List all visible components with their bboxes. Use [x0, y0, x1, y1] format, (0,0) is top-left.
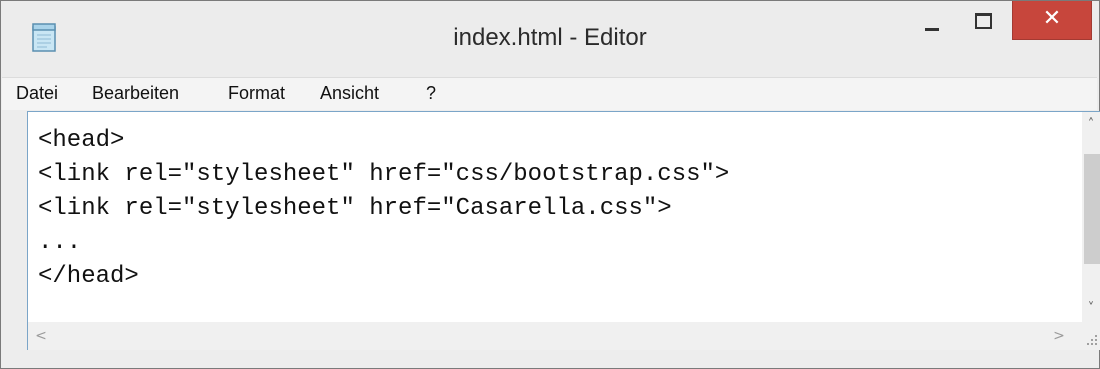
menu-ansicht[interactable]: Ansicht	[320, 81, 379, 105]
minimize-button[interactable]	[907, 1, 955, 41]
text-editor-area[interactable]: <head> <link rel="stylesheet" href="css/…	[27, 111, 1100, 350]
vertical-scroll-thumb[interactable]	[1084, 154, 1100, 264]
scroll-down-icon[interactable]: ˅	[1082, 298, 1100, 320]
resize-grip-icon[interactable]	[1086, 334, 1098, 346]
code-line[interactable]: <link rel="stylesheet" href="Casarella.c…	[38, 194, 672, 224]
menu-format[interactable]: Format	[228, 81, 285, 105]
code-line[interactable]: <link rel="stylesheet" href="css/bootstr…	[38, 160, 729, 190]
code-line[interactable]: <head>	[38, 126, 124, 156]
code-line[interactable]: </head>	[38, 262, 139, 292]
close-icon: ✕	[1042, 6, 1062, 31]
menu-datei[interactable]: Datei	[16, 81, 58, 105]
minimize-icon	[925, 28, 939, 31]
scroll-right-icon[interactable]: >	[1048, 322, 1070, 350]
title-bar[interactable]: index.html - Editor ✕	[1, 1, 1099, 79]
vertical-scrollbar[interactable]: ˄ ˅	[1082, 112, 1100, 322]
maximize-button[interactable]	[958, 1, 1006, 41]
maximize-icon	[975, 13, 992, 29]
scroll-left-icon[interactable]: <	[30, 322, 52, 350]
menu-bearbeiten[interactable]: Bearbeiten	[92, 81, 179, 105]
code-line[interactable]: ...	[38, 228, 81, 258]
scroll-up-icon[interactable]: ˄	[1082, 114, 1100, 136]
menu-bar: Datei Bearbeiten Format Ansicht ?	[2, 77, 1097, 110]
scrollbar-corner	[1082, 322, 1100, 350]
horizontal-scrollbar[interactable]: < >	[28, 322, 1082, 350]
editor-window: index.html - Editor ✕ Datei Bearbeiten F…	[0, 0, 1100, 369]
close-button[interactable]: ✕	[1012, 1, 1092, 40]
menu-help[interactable]: ?	[426, 81, 436, 105]
